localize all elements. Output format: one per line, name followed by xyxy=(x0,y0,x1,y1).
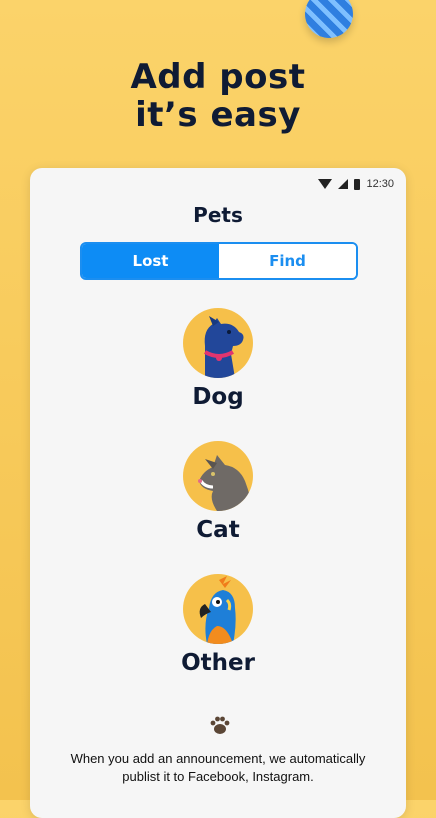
signal-icon xyxy=(338,179,349,189)
category-label-dog: Dog xyxy=(192,384,244,410)
status-bar: 12:30 xyxy=(318,176,394,192)
tab-find[interactable]: Find xyxy=(219,244,356,278)
promo-headline: Add post it’s easy xyxy=(0,58,436,134)
status-time: 12:30 xyxy=(366,178,394,190)
auto-publish-note: When you add an announcement, we automat… xyxy=(70,751,366,784)
headline-line-2: it’s easy xyxy=(135,95,301,135)
parrot-icon xyxy=(183,574,253,644)
lost-find-toggle: Lost Find xyxy=(80,242,358,280)
category-label-cat: Cat xyxy=(196,517,240,543)
tab-lost[interactable]: Lost xyxy=(82,244,219,278)
category-dog[interactable]: Dog xyxy=(30,308,406,410)
cat-icon xyxy=(183,441,253,511)
phone-screen: 12:30 Pets Lost Find Dog Cat Other When … xyxy=(30,168,406,818)
battery-icon xyxy=(354,178,361,190)
wifi-icon xyxy=(318,179,333,189)
dog-icon xyxy=(183,308,253,378)
category-cat[interactable]: Cat xyxy=(30,441,406,543)
headline-line-1: Add post xyxy=(130,57,306,97)
category-other[interactable]: Other xyxy=(30,574,406,676)
paw-icon xyxy=(210,716,230,734)
striped-ball-decoration xyxy=(305,0,353,38)
category-label-other: Other xyxy=(181,650,255,676)
screen-title: Pets xyxy=(193,203,243,227)
